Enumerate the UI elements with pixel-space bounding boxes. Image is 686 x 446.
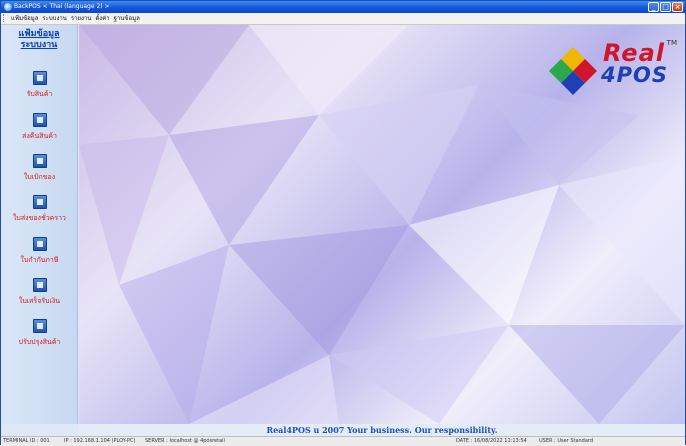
sidebar-item-label: ใบเสร็จรับเงิน — [18, 297, 61, 305]
logo-trademark: TM — [666, 39, 677, 47]
real4pos-logo: Real 4POS TM — [547, 39, 677, 101]
sidebar-item-return-goods[interactable]: ส่งคืนสินค้า — [1, 113, 78, 142]
sidebar-item-temporary-delivery[interactable]: ใบส่งของชั่วคราว — [1, 195, 78, 224]
sidebar-item-label: ใบกำกับภาษี — [20, 256, 59, 264]
slogan-bar: Real4POS ս 2007 Your business. Our respo… — [79, 424, 685, 436]
return-goods-icon — [32, 113, 47, 127]
menu-bar: แฟ้มข้อมูล ระบบงาน รายงาน ตั้งค่า ฐานข้อ… — [1, 13, 685, 25]
receive-goods-icon — [32, 71, 47, 85]
main-workspace: Real 4POS TM — [79, 25, 685, 424]
sidebar-item-receive-goods[interactable]: รับสินค้า — [1, 71, 78, 100]
sidebar-item-adjust-goods[interactable]: ปรับปรุงสินค้า — [1, 319, 78, 348]
logo-diamond-icon — [549, 47, 597, 95]
sidebar-item-receipt[interactable]: ใบเสร็จรับเงิน — [1, 278, 78, 307]
window-controls: _ □ × — [648, 2, 683, 12]
menu-item-settings[interactable]: ตั้งค่า — [93, 13, 111, 24]
requisition-icon — [32, 154, 47, 168]
receipt-icon — [32, 278, 47, 292]
menu-grip-icon — [3, 14, 7, 22]
menu-item-file[interactable]: แฟ้มข้อมูล — [9, 13, 40, 24]
menu-item-system[interactable]: ระบบงาน — [40, 13, 68, 24]
sidebar: แฟ้มข้อมูล ระบบงาน รับสินค้า ส่งคืนสินค้… — [1, 25, 78, 424]
sidebar-header-file[interactable]: แฟ้มข้อมูล — [1, 29, 77, 40]
sidebar-item-label: ใบเบิกของ — [23, 173, 56, 181]
logo-text-4pos: 4POS — [601, 63, 668, 87]
sidebar-item-tax-invoice[interactable]: ใบกำกับภาษี — [1, 237, 78, 266]
close-icon[interactable]: × — [672, 2, 683, 12]
app-icon — [4, 3, 12, 11]
temporary-delivery-icon — [32, 195, 47, 209]
menu-item-database[interactable]: ฐานข้อมูล — [112, 13, 142, 24]
sidebar-item-requisition[interactable]: ใบเบิกของ — [1, 154, 78, 183]
window-title: BackPOS < Thai (language 2) > — [14, 3, 110, 10]
app-window: BackPOS < Thai (language 2) > _ □ × แฟ้ม… — [0, 0, 686, 446]
sidebar-item-label: ส่งคืนสินค้า — [22, 132, 57, 140]
sidebar-item-label: ใบส่งของชั่วคราว — [13, 214, 66, 222]
title-bar[interactable]: BackPOS < Thai (language 2) > _ □ × — [1, 1, 685, 13]
sidebar-item-label: รับสินค้า — [26, 90, 53, 98]
menu-item-report[interactable]: รายงาน — [69, 13, 94, 24]
minimize-icon[interactable]: _ — [648, 2, 659, 12]
adjust-goods-icon — [32, 319, 47, 333]
sidebar-header-system[interactable]: ระบบงาน — [1, 40, 77, 51]
sidebar-item-label: ปรับปรุงสินค้า — [18, 338, 61, 346]
tax-invoice-icon — [32, 237, 47, 251]
maximize-icon[interactable]: □ — [660, 2, 671, 12]
